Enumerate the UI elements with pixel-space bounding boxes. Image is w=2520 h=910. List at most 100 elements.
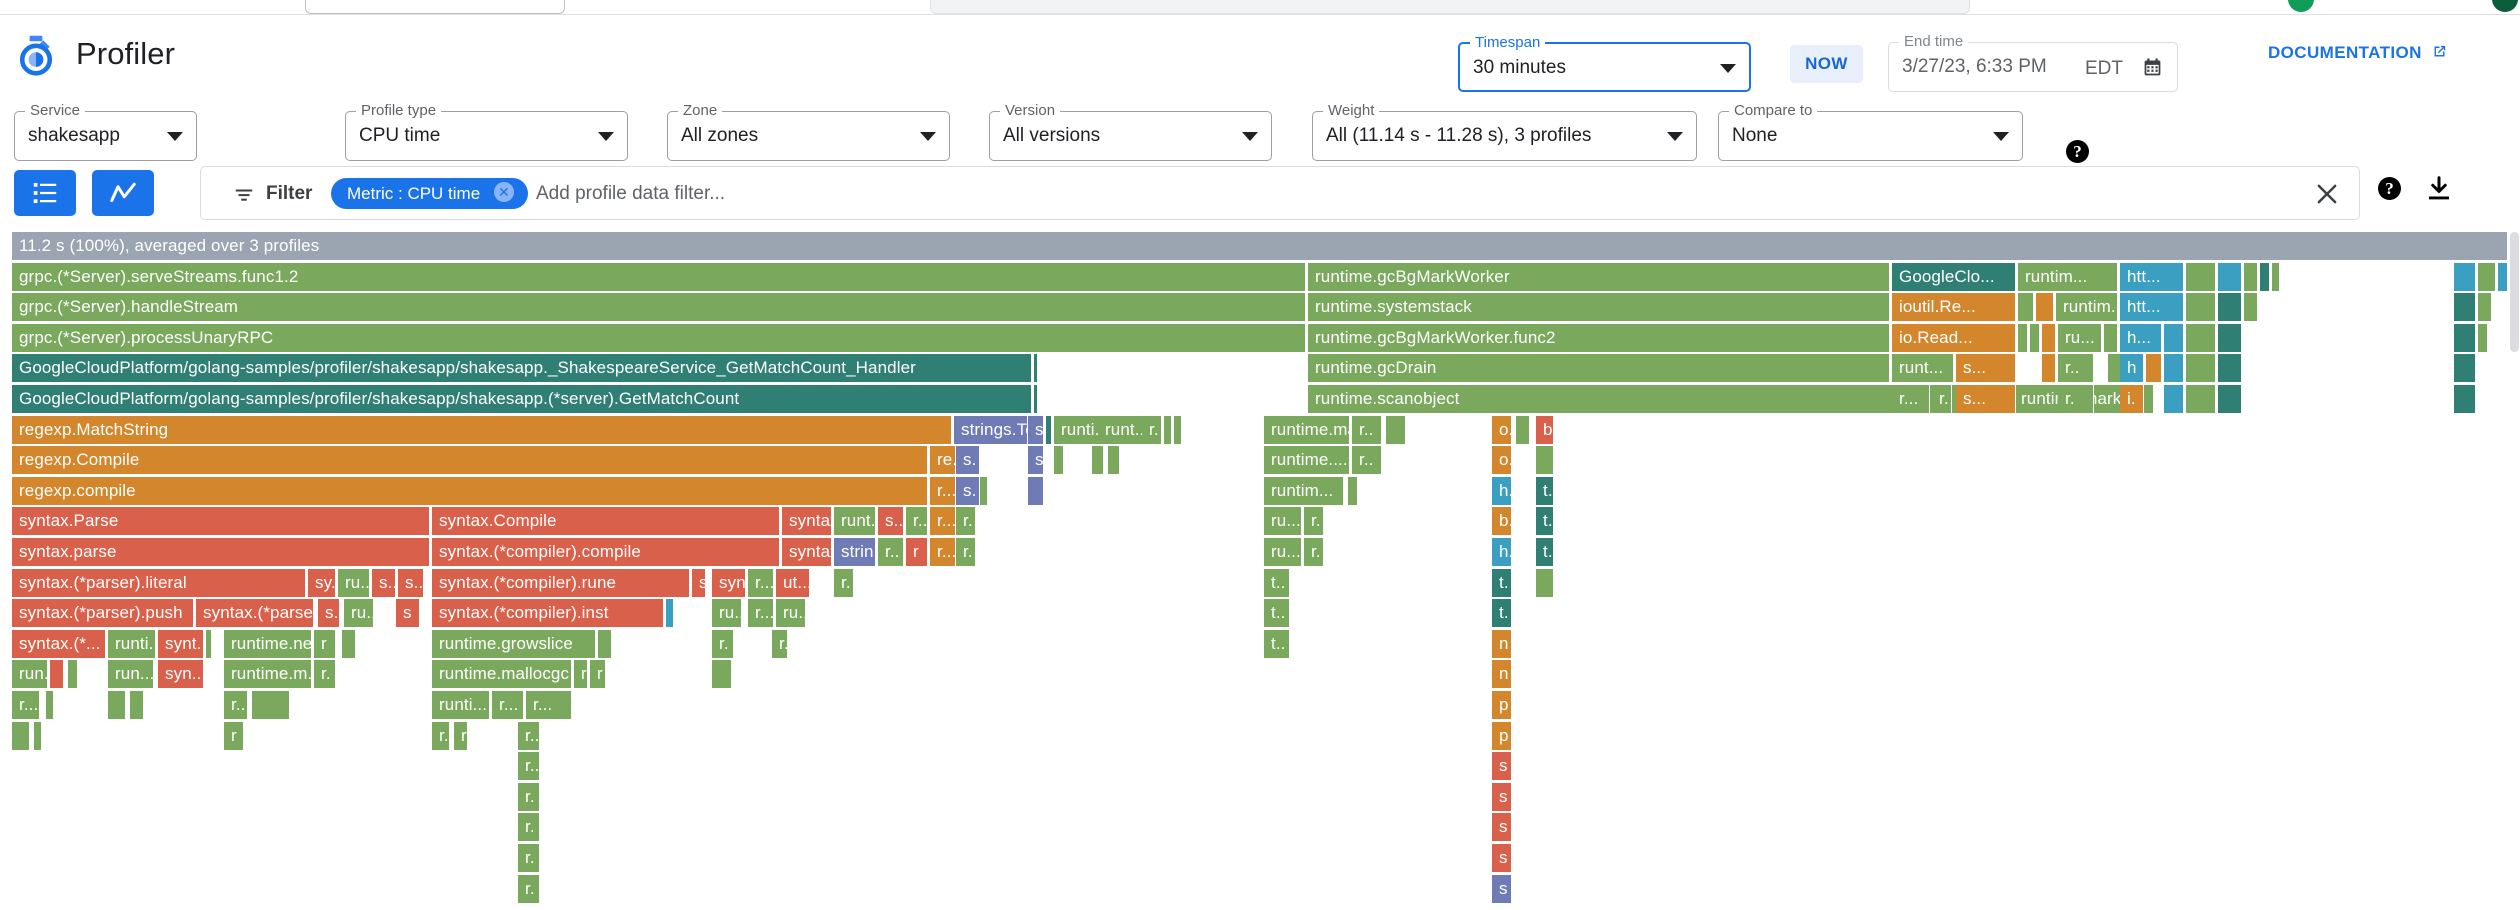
flame-frame[interactable] [2164, 385, 2184, 414]
end-time-field[interactable]: End time 3/27/23, 6:33 PM EDT [1888, 34, 2178, 92]
flame-frame[interactable]: regexp.MatchString [12, 415, 952, 445]
flame-frame[interactable]: s [1492, 844, 1512, 873]
flame-frame[interactable]: htt... [2120, 262, 2184, 292]
flame-frame[interactable] [2042, 323, 2056, 353]
flame-frame[interactable]: t.. [1264, 568, 1290, 598]
flame-frame[interactable]: s.. [398, 568, 424, 598]
flame-frame[interactable] [206, 629, 212, 659]
flame-frame[interactable] [1092, 446, 1104, 476]
flame-frame[interactable]: s... [372, 568, 396, 598]
flame-frame[interactable]: syntax.... [782, 507, 832, 537]
flame-frame[interactable]: io.Read... [1892, 323, 2016, 353]
flame-frame[interactable]: re... [930, 446, 956, 476]
flame-frame[interactable]: syntax.(*compiler).compile [432, 538, 780, 567]
flame-frame[interactable]: strings.To... [954, 415, 1028, 445]
flame-frame[interactable] [2498, 262, 2508, 292]
flame-frame[interactable]: b. [1492, 507, 1512, 537]
cut-off-field-left[interactable] [305, 0, 565, 14]
flame-root-bar[interactable]: 11.2 s (100%), averaged over 3 profiles [12, 232, 2508, 261]
flame-frame[interactable]: ru... [2058, 323, 2102, 353]
vertical-scrollbar[interactable] [2508, 232, 2520, 910]
download-icon[interactable] [2424, 174, 2454, 204]
flame-frame[interactable] [1108, 446, 1120, 476]
flame-frame[interactable]: ru... [344, 599, 374, 629]
flame-frame[interactable]: ru... [1264, 538, 1302, 567]
documentation-link[interactable]: DOCUMENTATION [2268, 43, 2448, 63]
flame-frame[interactable] [2218, 293, 2242, 323]
flame-frame[interactable]: r [314, 629, 336, 659]
flame-frame[interactable]: runt... [834, 507, 876, 537]
flame-frame[interactable]: s [1492, 813, 1512, 843]
flame-frame[interactable]: strin... [834, 538, 876, 567]
weight-select[interactable]: Weight All (11.14 s - 11.28 s), 3 profil… [1312, 103, 1697, 161]
flame-frame[interactable]: syntax.parse [12, 538, 430, 567]
flame-frame[interactable]: r... [930, 507, 956, 537]
flame-frame[interactable] [2042, 354, 2056, 384]
flame-frame[interactable]: grpc.(*Server).handleStream [12, 293, 1306, 323]
flame-frame[interactable]: ru... [1264, 507, 1302, 537]
flame-frame[interactable]: h [2120, 354, 2144, 384]
flame-frame[interactable] [2218, 262, 2242, 292]
flame-frame[interactable]: r. [834, 568, 854, 598]
flame-frame[interactable] [2104, 323, 2118, 353]
flame-frame[interactable]: syntax.(*parser).push [12, 599, 194, 629]
flame-frame[interactable] [2218, 354, 2242, 384]
flame-graph[interactable]: 11.2 s (100%), averaged over 3 profiles g… [12, 232, 2508, 910]
flame-frame[interactable]: b [1536, 415, 1554, 445]
flame-frame[interactable] [980, 476, 988, 506]
flame-frame[interactable]: t.. [1264, 599, 1290, 629]
flame-frame[interactable]: r. [712, 629, 734, 659]
flame-frame[interactable] [2030, 323, 2040, 353]
flame-frame[interactable] [2036, 293, 2054, 323]
flame-frame[interactable]: t. [1536, 538, 1554, 567]
list-view-button[interactable] [14, 170, 76, 216]
flame-frame[interactable]: r. [518, 874, 540, 904]
flame-frame[interactable] [252, 691, 290, 720]
flame-frame[interactable]: runti... [432, 691, 490, 720]
flame-frame[interactable] [666, 599, 674, 629]
flame-frame[interactable]: p [1492, 691, 1512, 720]
flame-frame[interactable]: grpc.(*Server).processUnaryRPC [12, 323, 1306, 353]
flame-frame[interactable]: s. [956, 446, 980, 476]
flame-frame[interactable]: t. [1536, 476, 1554, 506]
flame-frame[interactable]: grpc.(*Server).serveStreams.func1.2 [12, 262, 1306, 292]
flame-frame[interactable]: GoogleClo... [1892, 262, 2016, 292]
flame-frame[interactable]: t. [1492, 568, 1512, 598]
chip-remove-icon[interactable]: ✕ [493, 182, 514, 202]
flame-frame[interactable] [2186, 323, 2216, 353]
avatar[interactable] [2288, 0, 2314, 12]
flame-frame[interactable]: r. [2058, 385, 2094, 414]
flame-frame[interactable]: s... [1956, 385, 2016, 414]
flame-frame[interactable]: ut... [776, 568, 810, 598]
flame-frame[interactable]: runt... [1098, 415, 1144, 445]
flame-frame[interactable] [2478, 293, 2492, 323]
flame-frame[interactable]: r... [748, 599, 774, 629]
flame-frame[interactable]: runtim... [2056, 293, 2118, 323]
flame-frame[interactable]: r... [930, 476, 956, 506]
flame-frame[interactable] [1034, 354, 1038, 384]
flame-frame[interactable] [2218, 385, 2242, 414]
flame-frame[interactable] [1028, 476, 1044, 506]
flame-frame[interactable]: r... [12, 691, 40, 720]
flame-frame[interactable]: r.. [906, 507, 928, 537]
flame-frame[interactable]: r. [956, 507, 976, 537]
flame-frame[interactable]: syntax.Compile [432, 507, 780, 537]
flame-frame[interactable]: runt... [1892, 354, 1954, 384]
flame-frame[interactable]: p [1492, 721, 1512, 751]
help-question-icon[interactable]: ? [2066, 140, 2089, 163]
flame-frame[interactable] [2244, 293, 2258, 323]
flame-frame[interactable]: syntax.... [782, 538, 832, 567]
flame-frame[interactable] [2260, 262, 2270, 292]
flame-frame[interactable]: runtime.m... [224, 660, 312, 690]
flame-frame[interactable] [1046, 415, 1052, 445]
flame-frame[interactable]: GoogleCloudPlatform/golang-samples/profi… [12, 354, 1032, 384]
flame-frame[interactable]: r... [526, 691, 572, 720]
flame-frame[interactable] [2146, 354, 2162, 384]
flame-frame[interactable] [1386, 415, 1406, 445]
flame-frame[interactable]: r.. [432, 721, 450, 751]
flame-frame[interactable]: r... [1892, 385, 1930, 414]
flame-frame[interactable]: s [1492, 874, 1512, 904]
flame-frame[interactable]: r. [314, 660, 336, 690]
flame-frame[interactable] [12, 721, 30, 751]
flame-frame[interactable] [130, 691, 144, 720]
